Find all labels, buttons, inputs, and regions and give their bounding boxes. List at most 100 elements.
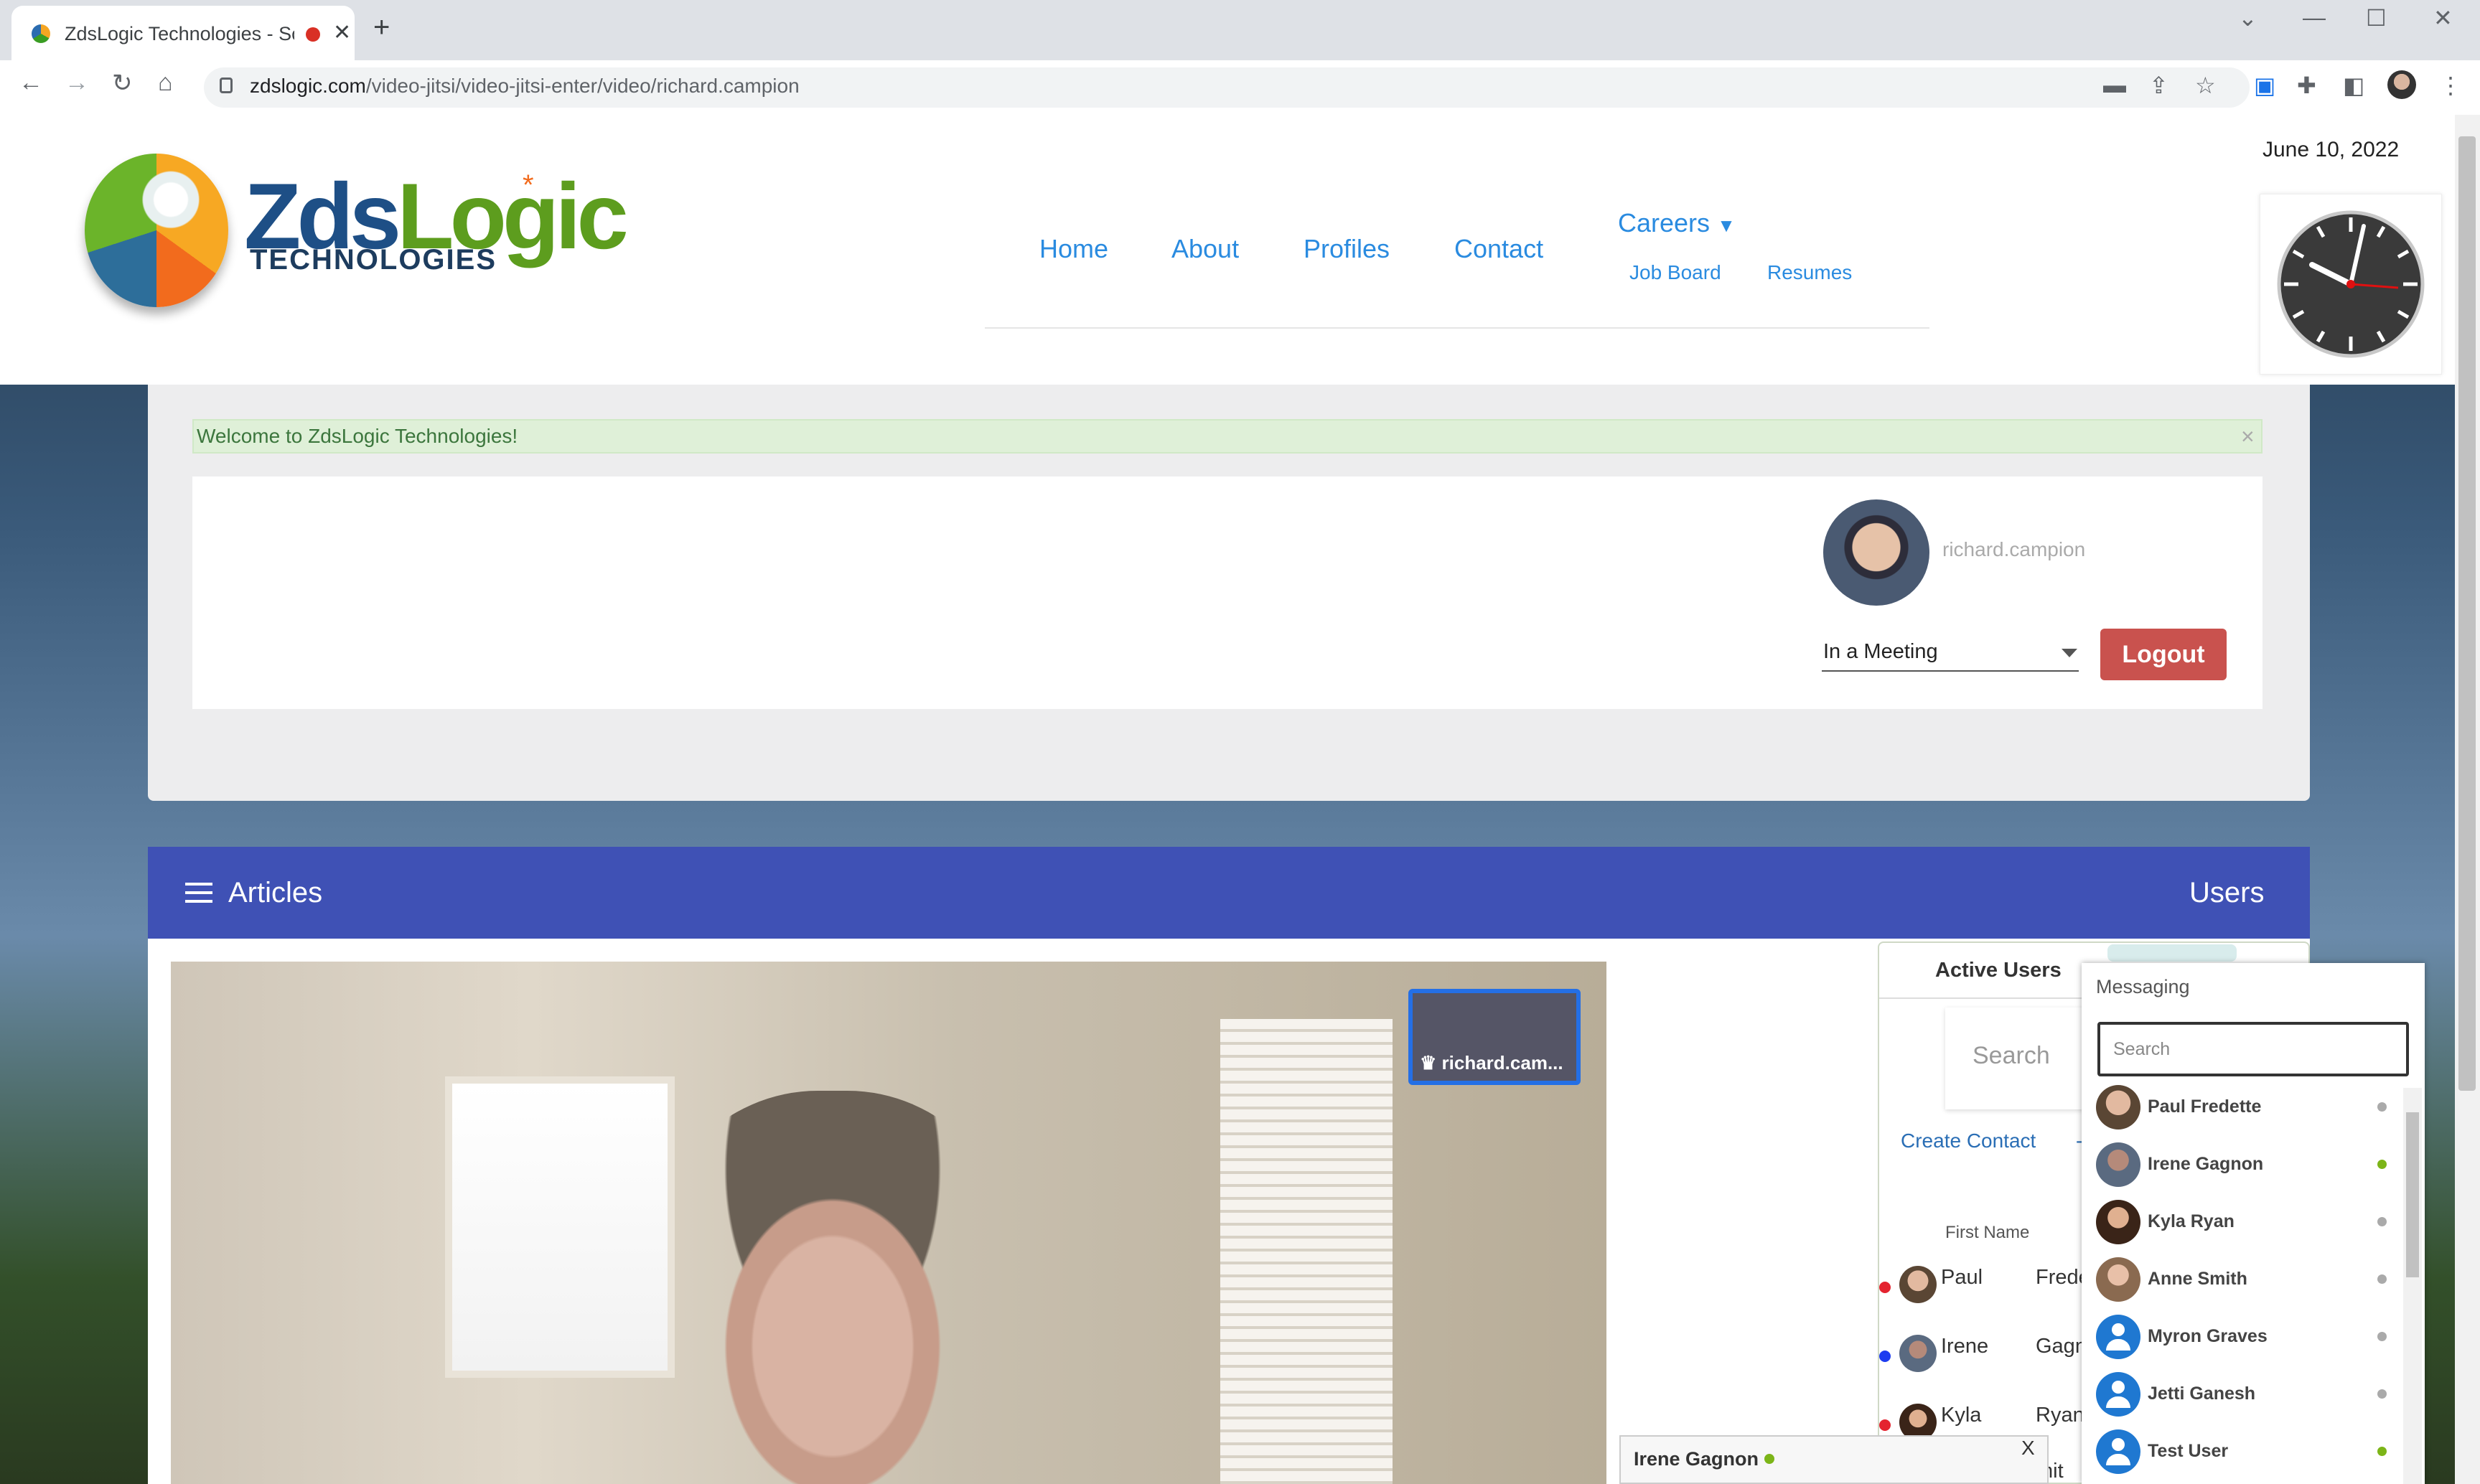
messaging-scrollbar-thumb[interactable] (2406, 1112, 2419, 1277)
logo-star: * (523, 169, 534, 201)
hamburger-menu-icon[interactable] (185, 883, 212, 904)
contact-item[interactable]: Paul Fredette (2082, 1078, 2397, 1135)
contact-item[interactable]: Kyla Ryan (2082, 1193, 2397, 1250)
logo-globe-icon[interactable] (85, 154, 228, 307)
status-dot (1879, 1419, 1891, 1431)
avatar (2096, 1200, 2140, 1244)
contact-name: Irene Gagnon (2148, 1154, 2264, 1174)
url-text[interactable]: zdslogic.com/video-jitsi/video-jitsi-ent… (250, 75, 800, 98)
users-search-input[interactable]: Search (1973, 1042, 2050, 1070)
status-select-value[interactable]: In a Meeting (1823, 640, 1938, 664)
nav-profiles[interactable]: Profiles (1304, 234, 1390, 264)
contact-name: Myron Graves (2148, 1326, 2268, 1346)
tab-search-icon[interactable]: ⌄ (2238, 4, 2257, 32)
share-icon[interactable]: ⇪ (2149, 72, 2168, 99)
minimize-button[interactable]: — (2303, 4, 2326, 31)
status-dot (1764, 1454, 1774, 1464)
browser-tab[interactable]: ZdsLogic Technologies - Soft ✕ (11, 6, 355, 60)
close-window-button[interactable]: ✕ (2433, 4, 2453, 32)
contact-name: Kyla Ryan (2148, 1211, 2235, 1231)
user-icon (2096, 1372, 2140, 1417)
chat-close-button[interactable]: X (2021, 1437, 2035, 1460)
chat-contact-name: Irene Gagnon (1634, 1448, 1759, 1470)
contact-item[interactable]: Test User (2082, 1422, 2397, 1480)
last-name-cell: Gagn (2036, 1335, 2087, 1358)
status-dot (2377, 1447, 2387, 1456)
contact-item[interactable]: Jetti Ganesh (2082, 1365, 2397, 1422)
column-header-first-name: First Name (1945, 1223, 2030, 1242)
avatar (1823, 499, 1929, 606)
table-row[interactable]: Paul Frede (1879, 1253, 2095, 1322)
sidepanel-icon[interactable]: ◧ (2343, 72, 2364, 99)
nav-contact[interactable]: Contact (1454, 234, 1543, 264)
star-icon[interactable]: ☆ (2195, 72, 2216, 99)
articles-bar (148, 847, 2310, 939)
status-dot (2377, 1102, 2387, 1112)
users-title[interactable]: Users (2189, 877, 2264, 909)
nav-careers[interactable]: Careers ▼ (1618, 208, 1736, 238)
tab-active-users[interactable]: Active Users (1935, 959, 2062, 982)
recording-icon (306, 27, 320, 42)
create-contact-link[interactable]: Create Contact (1901, 1130, 2036, 1152)
contact-item[interactable]: Myron Graves (2082, 1307, 2397, 1365)
contact-item[interactable]: Anne Smith (2082, 1250, 2397, 1307)
contact-name: Paul Fredette (2148, 1096, 2262, 1117)
status-dot (2377, 1217, 2387, 1226)
contact-item[interactable]: Irene Gagnon (2082, 1135, 2397, 1193)
url-host: zdslogic.com (250, 75, 366, 97)
tab-secondary[interactable] (2107, 944, 2237, 962)
profile-icon[interactable] (2387, 70, 2416, 99)
video-participant (646, 1091, 1019, 1484)
welcome-message: Welcome to ZdsLogic Technologies! (197, 425, 518, 447)
video-window-scene (445, 1076, 675, 1378)
logo-subtitle: TECHNOLOGIES (250, 244, 497, 276)
logout-button[interactable]: Logout (2100, 629, 2227, 680)
forward-icon[interactable]: → (65, 69, 89, 97)
avatar (1899, 1266, 1937, 1303)
lock-icon[interactable] (220, 78, 233, 93)
user-card (192, 476, 2263, 709)
menu-icon[interactable]: ⋮ (2439, 72, 2462, 99)
close-icon[interactable]: × (2241, 423, 2255, 450)
table-row[interactable]: Irene Gagn (1879, 1322, 2095, 1391)
messaging-search-placeholder: Search (2113, 1039, 2171, 1059)
username: richard.campion (1942, 538, 2086, 560)
status-dot (1879, 1351, 1891, 1362)
back-icon[interactable]: ← (19, 69, 43, 97)
user-icon (2096, 1315, 2140, 1359)
user-icon (2096, 1429, 2140, 1474)
avatar (2096, 1085, 2140, 1130)
contact-name: Test User (2148, 1441, 2229, 1461)
url-path: /video-jitsi/video-jitsi-enter/video/ric… (365, 75, 800, 97)
site-favicon-icon (32, 24, 50, 43)
video-thumbnail-label: ♛ richard.cam... (1420, 1052, 1563, 1074)
maximize-button[interactable]: ☐ (2366, 4, 2387, 32)
nav-resumes[interactable]: Resumes (1767, 261, 1852, 284)
video-door-scene (1220, 1019, 1393, 1484)
clock-icon (2277, 210, 2425, 358)
nav-home[interactable]: Home (1039, 234, 1108, 264)
nav-divider (985, 327, 1929, 329)
status-dot (2377, 1332, 2387, 1341)
camera-icon[interactable]: ▬ (2103, 72, 2126, 98)
home-icon[interactable]: ⌂ (158, 69, 173, 97)
articles-title[interactable]: Articles (228, 877, 322, 909)
nav-about[interactable]: About (1171, 234, 1239, 264)
page-scrollbar-thumb[interactable] (2458, 136, 2476, 1091)
status-dot (2377, 1389, 2387, 1399)
nav-careers-label: Careers (1618, 208, 1711, 238)
avatar (2096, 1142, 2140, 1187)
tab-close-icon[interactable]: ✕ (333, 20, 351, 45)
contact-name: Jetti Ganesh (2148, 1384, 2256, 1404)
first-name-cell: Kyla (1941, 1404, 1982, 1427)
reload-icon[interactable]: ↻ (112, 69, 133, 98)
first-name-cell: Irene (1941, 1335, 1989, 1358)
chevron-down-icon[interactable] (2062, 649, 2077, 657)
tab-title: ZdsLogic Technologies - Soft (65, 23, 294, 44)
messaging-title: Messaging (2096, 976, 2190, 997)
extension-icon[interactable]: ▣ (2254, 72, 2275, 99)
puzzle-icon[interactable]: ✚ (2297, 72, 2316, 99)
nav-job-board[interactable]: Job Board (1629, 261, 1721, 284)
status-dot (1879, 1282, 1891, 1293)
new-tab-button[interactable]: + (373, 11, 390, 44)
